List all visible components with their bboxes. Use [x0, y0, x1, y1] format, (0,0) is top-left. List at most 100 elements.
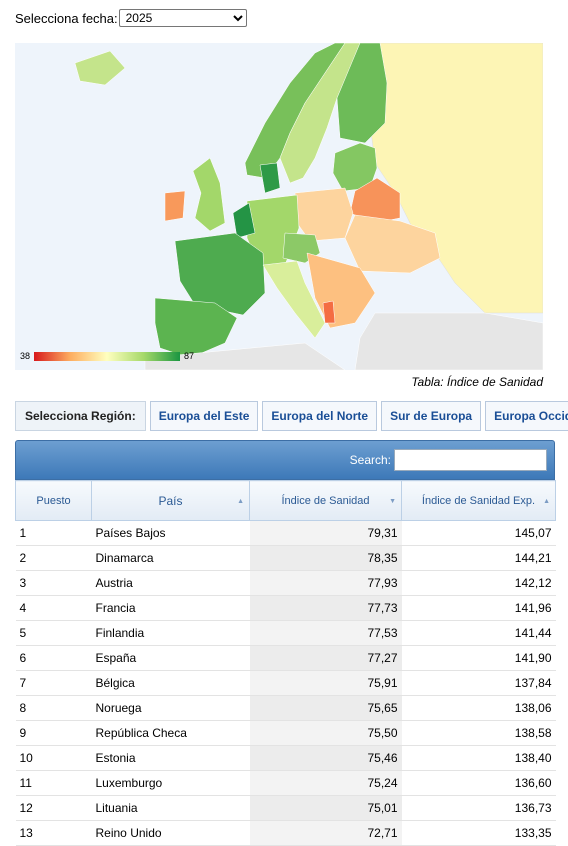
cell-indice: 75,50: [249, 720, 402, 746]
cell-pais: España: [91, 645, 250, 671]
legend-max: 87: [184, 351, 195, 361]
region-denmark[interactable]: [259, 162, 281, 194]
cell-indice: 77,93: [249, 570, 402, 596]
search-label: Search:: [349, 453, 391, 467]
date-label: Selecciona fecha:: [15, 10, 118, 26]
region-button-europa-del-este[interactable]: Europa del Este: [149, 401, 259, 431]
table-body: 1 Países Bajos 79,31 145,07 2 Dinamarca 78,35 1…: [15, 520, 556, 846]
region-ireland[interactable]: [164, 190, 186, 222]
cell-indice-exp: 141,44: [401, 620, 556, 646]
cell-indice-exp: 141,96: [401, 595, 556, 621]
cell-indice: 77,73: [249, 595, 402, 621]
table-row[interactable]: 13 Reino Unido 72,71 133,35: [15, 820, 556, 846]
cell-indice-exp: 138,58: [401, 720, 556, 746]
region-no-data-southeast: [354, 312, 543, 370]
region-button-europa-del-norte[interactable]: Europa del Norte: [262, 401, 378, 431]
cell-indice-exp: 133,35: [401, 820, 556, 846]
cell-puesto: 1: [15, 520, 92, 546]
table-row[interactable]: 2 Dinamarca 78,35 144,21: [15, 545, 556, 571]
cell-indice: 75,24: [249, 770, 402, 796]
europe-map[interactable]: [15, 43, 543, 370]
cell-indice: 75,65: [249, 695, 402, 721]
ranking-table: Puesto País ▲ Índice de Sanidad ▼ Índice d…: [15, 480, 556, 846]
date-select[interactable]: 2025: [118, 9, 247, 27]
column-header-puesto[interactable]: Puesto: [15, 480, 92, 521]
cell-pais: Países Bajos: [91, 520, 250, 546]
cell-puesto: 5: [15, 620, 92, 646]
header-label: Índice de Sanidad Exp.: [421, 494, 536, 507]
table-row[interactable]: 9 República Checa 75,50 138,58: [15, 720, 556, 746]
cell-indice: 77,53: [249, 620, 402, 646]
cell-indice-exp: 138,40: [401, 745, 556, 771]
cell-indice-exp: 142,12: [401, 570, 556, 596]
table-row[interactable]: 3 Austria 77,93 142,12: [15, 570, 556, 596]
cell-pais: Luxemburgo: [91, 770, 250, 796]
table-row[interactable]: 5 Finlandia 77,53 141,44: [15, 620, 556, 646]
cell-pais: Austria: [91, 570, 250, 596]
cell-indice-exp: 136,73: [401, 795, 556, 821]
table-row[interactable]: 8 Noruega 75,65 138,06: [15, 695, 556, 721]
cell-pais: República Checa: [91, 720, 250, 746]
table-row[interactable]: 1 Países Bajos 79,31 145,07: [15, 520, 556, 546]
cell-puesto: 7: [15, 670, 92, 696]
header-label: Índice de Sanidad: [281, 494, 370, 507]
cell-indice-exp: 144,21: [401, 545, 556, 571]
cell-pais: Finlandia: [91, 620, 250, 646]
cell-indice: 75,91: [249, 670, 402, 696]
cell-indice: 78,35: [249, 545, 402, 571]
cell-indice-exp: 145,07: [401, 520, 556, 546]
table-row[interactable]: 7 Bélgica 75,91 137,84: [15, 670, 556, 696]
map-svg[interactable]: [15, 43, 543, 370]
header-label: País: [158, 493, 183, 508]
cell-indice-exp: 137,84: [401, 670, 556, 696]
region-iceland[interactable]: [74, 50, 126, 86]
cell-puesto: 9: [15, 720, 92, 746]
column-header-indice[interactable]: Índice de Sanidad ▼: [249, 480, 402, 521]
map-legend: 38 87: [20, 351, 194, 361]
cell-indice: 75,01: [249, 795, 402, 821]
search-input[interactable]: [394, 449, 547, 471]
cell-indice: 79,31: [249, 520, 402, 546]
map-caption: Tabla: Índice de Sanidad: [411, 375, 543, 389]
cell-indice-exp: 136,60: [401, 770, 556, 796]
sort-asc-icon: ▲: [543, 498, 550, 505]
region-button-europa-occidental[interactable]: Europa Occid: [485, 401, 568, 431]
cell-puesto: 10: [15, 745, 92, 771]
cell-pais: Noruega: [91, 695, 250, 721]
legend-min: 38: [20, 351, 31, 361]
sort-asc-icon: ▲: [237, 498, 244, 505]
region-selector: Selecciona Región: Europa del Este Europ…: [15, 401, 568, 431]
cell-puesto: 4: [15, 595, 92, 621]
table-toolbar: Search:: [15, 440, 555, 480]
cell-puesto: 2: [15, 545, 92, 571]
table-row[interactable]: 10 Estonia 75,46 138,40: [15, 745, 556, 771]
column-header-indice-exp[interactable]: Índice de Sanidad Exp. ▲: [401, 480, 556, 521]
cell-pais: Estonia: [91, 745, 250, 771]
region-uk[interactable]: [192, 157, 226, 232]
cell-pais: Dinamarca: [91, 545, 250, 571]
cell-indice: 77,27: [249, 645, 402, 671]
cell-indice-exp: 138,06: [401, 695, 556, 721]
table-row[interactable]: 12 Lituania 75,01 136,73: [15, 795, 556, 821]
cell-indice: 75,46: [249, 745, 402, 771]
cell-pais: Reino Unido: [91, 820, 250, 846]
cell-puesto: 3: [15, 570, 92, 596]
cell-puesto: 12: [15, 795, 92, 821]
cell-indice: 72,71: [249, 820, 402, 846]
cell-pais: Francia: [91, 595, 250, 621]
ranking-table-container: Search: Puesto País ▲ Índice de Sanidad ▼ …: [15, 440, 556, 846]
table-row[interactable]: 6 España 77,27 141,90: [15, 645, 556, 671]
region-albania[interactable]: [322, 300, 336, 324]
region-selector-label: Selecciona Región:: [15, 401, 146, 431]
legend-color-scale: [34, 351, 181, 361]
table-row[interactable]: 4 Francia 77,73 141,96: [15, 595, 556, 621]
table-row[interactable]: 11 Luxemburgo 75,24 136,60: [15, 770, 556, 796]
header-label: Puesto: [36, 494, 71, 507]
cell-indice-exp: 141,90: [401, 645, 556, 671]
region-button-sur-de-europa[interactable]: Sur de Europa: [381, 401, 482, 431]
table-header-row: Puesto País ▲ Índice de Sanidad ▼ Índice d…: [15, 480, 556, 521]
cell-pais: Bélgica: [91, 670, 250, 696]
cell-puesto: 11: [15, 770, 92, 796]
column-header-pais[interactable]: País ▲: [91, 480, 250, 521]
region-poland[interactable]: [294, 187, 354, 242]
